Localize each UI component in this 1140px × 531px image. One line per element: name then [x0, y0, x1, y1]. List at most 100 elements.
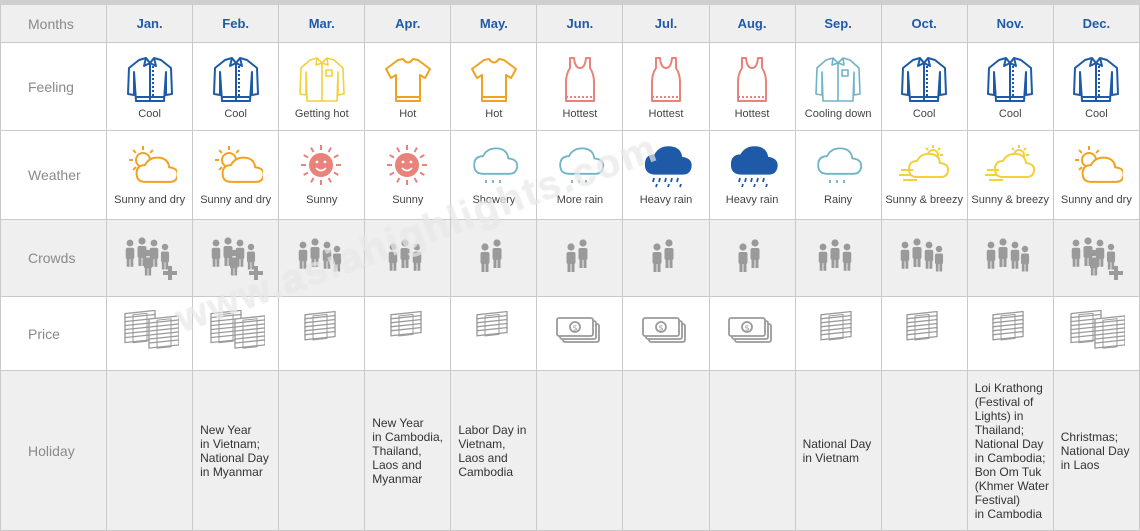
feeling-cell-content: Cool: [882, 43, 967, 130]
holiday-cell: National Day in Vietnam: [794, 370, 882, 531]
jacket-icon: [901, 56, 948, 102]
dollar-bills-icon: $: [728, 316, 772, 343]
weather-cell: Heavy rain: [708, 130, 796, 220]
tanktop-icon: [737, 56, 768, 102]
crowds-cell-content: [1054, 220, 1139, 296]
holiday-cell: [708, 370, 796, 531]
weather-cell: Sunny and dry: [192, 130, 280, 220]
row-label-holiday: Holiday: [0, 370, 108, 531]
rain-cloud-icon: [817, 147, 863, 184]
weather-cell-content: Sunny & breezy: [968, 131, 1053, 218]
feeling-cell-content: Cool: [107, 43, 192, 130]
crowd-icon: [388, 239, 422, 271]
row-label-feeling: Feeling: [0, 42, 108, 132]
crowds-cell-content: [107, 220, 192, 296]
weather-label: Sunny and dry: [1060, 194, 1132, 207]
weather-cell: More rain: [536, 130, 624, 220]
weather-label: Sunny: [306, 194, 338, 207]
svg-text:$: $: [745, 323, 750, 332]
holiday-cell: [880, 370, 968, 531]
weather-label: Sunny & breezy: [885, 194, 963, 207]
feeling-label: Hottest: [562, 107, 598, 120]
weather-cell-content: Rainy: [796, 131, 881, 218]
crowd-icon: [900, 238, 944, 272]
holiday-text: New Year in Vietnam; National Day in Mya…: [200, 422, 269, 479]
price-cell-content: $: [710, 297, 795, 370]
feeling-cell-content: Cool: [1054, 43, 1139, 130]
feeling-label: Cool: [138, 107, 161, 120]
shirt-icon: [298, 56, 345, 102]
money-stack-icon: [906, 310, 938, 341]
money-stack-icon: [123, 309, 179, 349]
weather-cell-content: More rain: [537, 131, 622, 218]
weather-cell-content: Sunny and dry: [107, 131, 192, 218]
weather-cell-content: Showery: [451, 131, 536, 218]
feeling-label: Hottest: [734, 107, 770, 120]
price-cell: [966, 296, 1054, 372]
weather-cell: Rainy: [794, 130, 882, 220]
jacket-icon: [212, 56, 259, 102]
crowd-icon: [986, 238, 1030, 272]
crowds-cell: [1052, 218, 1140, 298]
dollar-bills-icon: $: [556, 316, 600, 343]
heavy-rain-icon: [644, 146, 692, 188]
feeling-cell: Hottest: [536, 42, 624, 132]
month-header: Sep.: [794, 1, 882, 44]
weather-cell-content: Sunny: [279, 131, 364, 218]
svg-text:$: $: [658, 323, 663, 332]
tanktop-icon: [650, 56, 681, 102]
feeling-cell: Cool: [192, 42, 280, 132]
row-label-weather: Weather: [0, 130, 108, 220]
month-header: Apr.: [364, 1, 452, 44]
travel-calendar: Months Jan. Feb. Mar. Apr. May. Jun. Jul. Aug. S…: [0, 0, 1140, 531]
month-header: Aug.: [708, 1, 796, 44]
feeling-cell: Cool: [1052, 42, 1140, 132]
feeling-label: Cool: [1085, 107, 1108, 120]
months-row: Months Jan. Feb. Mar. Apr. May. Jun. Jul. Aug. S…: [0, 1, 1140, 44]
feeling-cell-content: Cool: [193, 43, 278, 130]
weather-cell-content: Heavy rain: [710, 131, 795, 218]
weather-cell-content: Sunny: [365, 131, 450, 218]
weather-label: Sunny and dry: [200, 194, 272, 207]
feeling-cell: Getting hot: [278, 42, 366, 132]
holiday-cell: [536, 370, 624, 531]
crowds-cell: [192, 218, 280, 298]
sun-wind-icon: [985, 145, 1036, 182]
weather-cell-content: Sunny & breezy: [882, 131, 967, 218]
holiday-cell: Loi Krathong (Festival of Lights) in Tha…: [966, 370, 1054, 531]
money-stack-icon: [304, 310, 336, 341]
jacket-icon: [126, 56, 173, 102]
crowds-cell: [794, 218, 882, 298]
crowds-cell-content: [537, 220, 622, 296]
feeling-cell-content: Hottest: [623, 43, 708, 130]
crowds-cell-content: [710, 220, 795, 296]
weather-cell-content: Sunny and dry: [193, 131, 278, 218]
monthly-travel-table: Months Jan. Feb. Mar. Apr. May. Jun. Jul. Aug. S…: [0, 0, 1140, 531]
price-cell: [278, 296, 366, 372]
price-cell: [364, 296, 452, 372]
holiday-cell: Christmas; National Day in Laos: [1052, 370, 1140, 531]
crowds-cell-content: [968, 220, 1053, 296]
feeling-row: Feeling Cool Cool Getting hot Hot Hot Hottest…: [0, 42, 1140, 132]
feeling-cell: Cool: [880, 42, 968, 132]
feeling-label: Cooling down: [804, 107, 872, 120]
weather-label: Sunny and dry: [114, 194, 186, 207]
price-cell: $: [536, 296, 624, 372]
feeling-cell-content: Hot: [365, 43, 450, 130]
sun-cloud-icon: [214, 146, 263, 184]
feeling-label: Hot: [399, 107, 417, 120]
crowds-cell: [966, 218, 1054, 298]
weather-label: More rain: [556, 194, 604, 207]
row-label-months: Months: [0, 1, 108, 44]
price-cell: [106, 296, 194, 372]
feeling-cell-content: Hottest: [537, 43, 622, 130]
weather-cell: Sunny & breezy: [880, 130, 968, 220]
price-row: Price $ $ $: [0, 296, 1140, 372]
money-stack-icon: [476, 310, 508, 337]
holiday-cell: [278, 370, 366, 531]
crowds-cell: [450, 218, 538, 298]
money-stack-icon: [1070, 309, 1126, 349]
crowds-cell-content: [193, 220, 278, 296]
crowd-icon: [566, 239, 588, 272]
money-stack-icon: [390, 310, 422, 337]
